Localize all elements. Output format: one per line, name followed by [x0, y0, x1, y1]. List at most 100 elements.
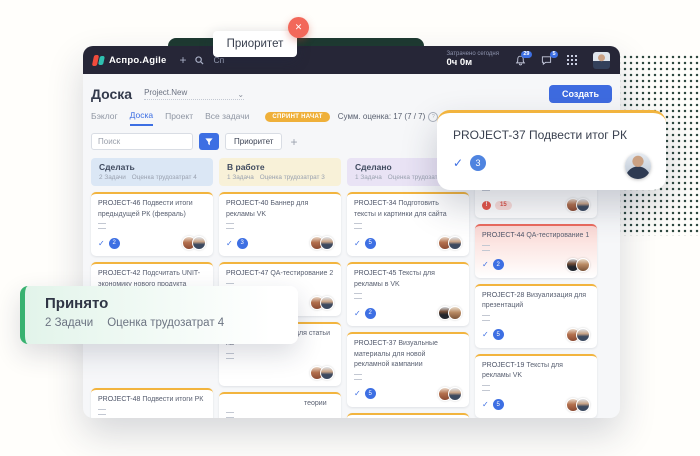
estimate-badge: 5 — [365, 238, 376, 249]
funnel-icon — [205, 138, 213, 146]
assignee-avatar — [320, 366, 334, 380]
chevron-down-icon: ⌄ — [237, 93, 244, 97]
app-top-bar: Аспро.Agile + Сп Затрачено сегодня 0ч 0м… — [83, 46, 620, 74]
notifications-badge: 29 — [521, 51, 532, 59]
task-id: PROJECT-46 — [98, 200, 140, 207]
user-avatar[interactable] — [593, 52, 610, 69]
column-title: В работе — [227, 162, 333, 172]
app-window: Аспро.Agile + Сп Затрачено сегодня 0ч 0м… — [83, 46, 620, 418]
create-button[interactable]: Создать — [549, 85, 612, 103]
filter-button[interactable] — [199, 133, 219, 150]
description-icon — [354, 223, 362, 229]
accepted-status-popup: Принято 2 Задачи Оценка трудозатрат 4 — [20, 286, 298, 344]
column-title: Сделать — [99, 162, 205, 172]
task-id: PROJECT-42 — [98, 270, 140, 277]
estimate-badge: 5 — [493, 399, 504, 410]
sprint-status-badge: СПРИНТ НАЧАТ — [265, 112, 329, 122]
task-card[interactable]: PROJECT-44 QA-тестирование 1✓2 — [475, 224, 597, 278]
tab-project[interactable]: Проект — [165, 111, 193, 125]
check-icon: ✓ — [98, 239, 105, 248]
task-id: PROJECT-48 — [98, 396, 140, 403]
task-card[interactable]: PROJECT-23 Итоги РК✓6 — [347, 413, 469, 419]
task-id: PROJECT-44 — [482, 232, 524, 239]
check-icon: ✓ — [354, 389, 361, 398]
add-filter-button[interactable]: + — [290, 135, 297, 149]
tab-board[interactable]: Доска — [130, 110, 153, 126]
board-select-value: Project.New — [144, 88, 187, 97]
assignee-avatar — [576, 198, 590, 212]
time-tracker[interactable]: Затрачено сегодня 0ч 0м — [446, 51, 499, 69]
column-header: Сделать2 ЗадачиОценка трудозатрат 4 — [91, 158, 213, 186]
task-id: PROJECT-37 — [354, 340, 396, 347]
column-task-count: 2 Задачи — [99, 174, 126, 181]
task-id: PROJECT-40 — [226, 200, 268, 207]
estimate-badge: 5 — [493, 329, 504, 340]
task-card[interactable]: PROJECT-48 Подвести итоги РК✓3 — [91, 388, 213, 418]
task-card[interactable]: PROJECT-19 Тексты для рекламы VK✓5 — [475, 354, 597, 418]
check-icon: ✓ — [482, 330, 489, 339]
tab-all-tasks[interactable]: Все задачи — [205, 111, 249, 125]
priority-filter-chip[interactable]: Приоритет — [225, 133, 282, 150]
close-icon[interactable]: ✕ — [288, 17, 309, 38]
estimate-badge: 2 — [493, 259, 504, 270]
overdue-badge: 15 — [495, 201, 512, 210]
summary-text: Сумм. оценка: 17 (7 / 7) — [338, 112, 426, 121]
task-card[interactable]: PROJECT-45 Тексты для рекламы в VK✓2 — [347, 262, 469, 326]
task-card[interactable]: PROJECT-37 Визуальные материалы для ново… — [347, 332, 469, 407]
task-card[interactable]: PROJECT-34 Подготовить тексты и картинки… — [347, 192, 469, 256]
priority-tooltip-label: Приоритет — [227, 38, 284, 50]
task-title: теории — [304, 400, 327, 407]
assignee-avatar — [576, 328, 590, 342]
assignee-avatar — [192, 236, 206, 250]
check-icon: ✓ — [354, 239, 361, 248]
task-detail-popup[interactable]: PROJECT-37 Подвести итог РК ✓ 3 — [437, 110, 666, 190]
description-icon — [226, 223, 234, 229]
column-hidden: !15PROJECT-44 QA-тестирование 1✓2PROJECT… — [475, 158, 597, 418]
board-select[interactable]: Project.New ⌄ — [144, 88, 244, 100]
estimate-badge: 5 — [365, 388, 376, 399]
task-id: PROJECT-45 — [354, 270, 396, 277]
check-icon: ✓ — [482, 400, 489, 409]
task-popup-badge: 3 — [470, 155, 486, 171]
description-icon — [482, 385, 490, 391]
check-icon: ✓ — [354, 309, 361, 318]
accepted-title: Принято — [45, 295, 298, 312]
alert-icon: ! — [482, 201, 491, 210]
summary-estimate: Сумм. оценка: 17 (7 / 7)? — [338, 112, 439, 122]
estimate-badge: 2 — [365, 308, 376, 319]
app-logo: Аспро.Agile — [93, 55, 166, 66]
estimate-badge: 2 — [109, 238, 120, 249]
assignee-avatar — [448, 236, 462, 250]
task-title: QA-тестирование 1 — [524, 232, 589, 239]
page-title: Доска — [91, 86, 132, 102]
tab-backlog[interactable]: Бэклог — [91, 111, 118, 125]
search-icon[interactable] — [195, 56, 204, 65]
task-card[interactable]: PROJECT-46 Подвести итоги предыдущей РК … — [91, 192, 213, 256]
accepted-tasks-count: 2 Задачи — [45, 317, 93, 329]
column-task-count: 1 Задача — [355, 174, 382, 181]
search-input[interactable] — [91, 133, 193, 150]
description-icon — [482, 315, 490, 321]
task-id: PROJECT-19 — [482, 362, 524, 369]
apps-grid-button[interactable] — [567, 55, 577, 65]
column-task-count: 1 Задача — [227, 174, 254, 181]
check-icon: ✓ — [226, 239, 233, 248]
assignee-avatar — [576, 398, 590, 412]
task-popup-title: PROJECT-37 Подвести итог РК — [453, 128, 650, 142]
task-card[interactable]: теории✓3 — [219, 392, 341, 419]
task-id: PROJECT-34 — [354, 200, 396, 207]
description-icon — [226, 412, 234, 418]
priority-tooltip: Приоритет ✕ — [213, 31, 297, 57]
assignee-avatar — [448, 387, 462, 401]
description-icon — [226, 353, 234, 359]
column-estimate: Оценка трудозатрат 3 — [260, 174, 325, 181]
assignee-avatar — [320, 296, 334, 310]
notifications-button[interactable]: 29 — [515, 55, 526, 66]
logo-icon — [93, 55, 104, 66]
chat-button[interactable]: 5 — [541, 55, 552, 66]
column-done: Сделано1 ЗадачаОценка трудозатратPROJECT… — [347, 158, 469, 418]
task-card[interactable]: PROJECT-28 Визуализация для презентаций✓… — [475, 284, 597, 348]
task-card[interactable]: PROJECT-40 Баннер для рекламы VK✓3 — [219, 192, 341, 256]
add-icon[interactable]: + — [179, 54, 186, 66]
description-icon — [482, 245, 490, 251]
